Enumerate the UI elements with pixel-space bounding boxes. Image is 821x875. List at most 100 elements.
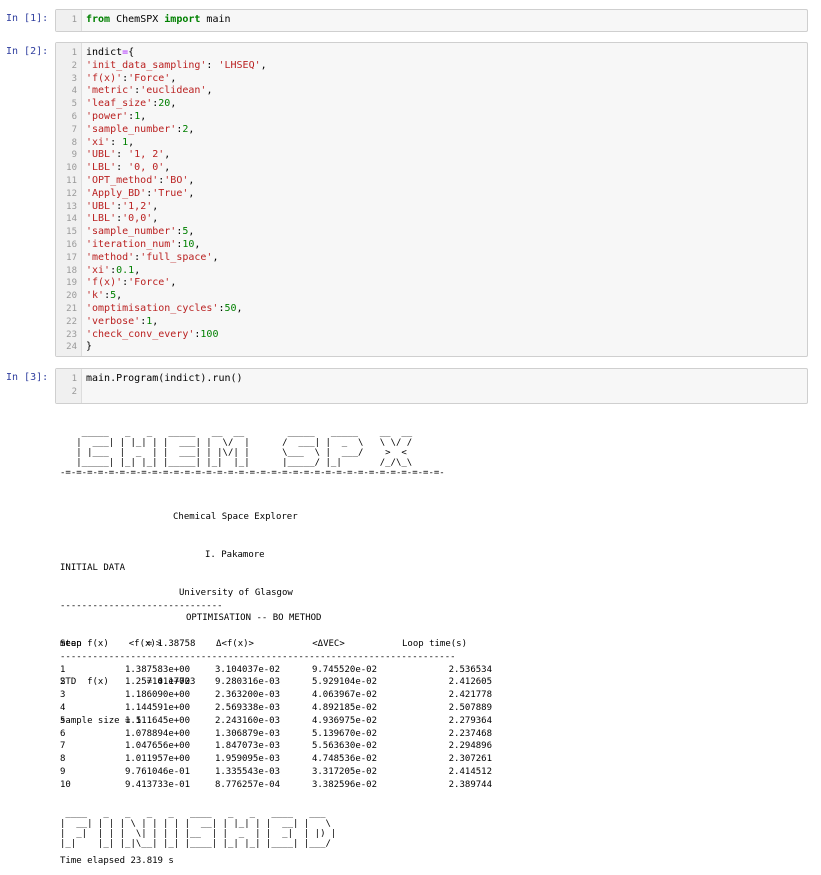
table-cell: 4.936975e-02 <box>311 715 377 726</box>
code-line: from ChemSPX import main <box>86 14 807 27</box>
code-token: , <box>116 290 123 302</box>
table-cell: 5.563630e-02 <box>311 741 377 752</box>
table-cell: 3.104037e-02 <box>214 664 280 675</box>
table-cell: 4.748536e-02 <box>311 754 377 765</box>
code-token: , <box>188 123 195 135</box>
line-number: 7 <box>71 124 77 135</box>
code-token: , <box>206 85 213 97</box>
line-number: 21 <box>66 303 77 314</box>
code-token: 'sample_number' <box>86 123 177 135</box>
line-number: 18 <box>66 265 77 276</box>
table-row: 5 1.111645e+00 2.243160e-03 4.936975e-02 2.2… <box>60 715 492 728</box>
table-row: 7 1.047656e+00 1.847073e-03 5.563630e-02 2.2… <box>60 740 492 753</box>
code-token: , <box>188 226 195 238</box>
cell-input-editor[interactable]: 1 2 main.Program(indict).run() <box>55 368 808 404</box>
code-token: 'method' <box>86 251 135 263</box>
code-line: 'UBL':'1,2', <box>86 201 807 214</box>
code-token: , <box>260 59 267 71</box>
line-number: 12 <box>66 188 77 199</box>
program-title: Chemical Space Explorer <box>173 511 298 522</box>
table-cell: 1.335543e-03 <box>214 766 280 777</box>
cell-input-editor[interactable]: 1 2 3 4 5 6 7 8 9 10 11 12 13 14 15 16 17 18 19 20 21 22 23 24 i… <box>55 42 808 357</box>
code-token: 'UBL' <box>86 200 117 212</box>
code-lines[interactable]: from ChemSPX import main <box>82 10 807 31</box>
code-token: 'LHSEQ' <box>218 59 261 71</box>
table-row: 9 9.761046e-01 1.335543e-03 3.317205e-02 2.4… <box>60 766 492 779</box>
line-number: 1 <box>71 374 77 384</box>
code-lines[interactable]: indict={'init_data_sampling': 'LHSEQ','f… <box>82 43 807 356</box>
header-fx: <f(x)> <box>128 639 162 649</box>
initial-data-heading: INITIAL DATA <box>60 562 126 573</box>
code-token: : <box>116 149 129 161</box>
code-token: main <box>200 14 231 25</box>
table-cell: 2.414512 <box>448 766 492 777</box>
code-token: , <box>152 315 159 327</box>
code-line: 'omptimisation_cycles':50, <box>86 303 807 316</box>
line-number: 9 <box>71 150 77 161</box>
table-row: 1 1.387583e+00 3.104037e-02 9.745520e-02 2.5… <box>60 664 492 677</box>
code-lines[interactable]: main.Program(indict).run() <box>82 369 807 403</box>
table-cell: 2.237468 <box>448 728 492 739</box>
initial-data-rule: ------------------------------ <box>60 600 223 611</box>
ascii-art-line: | _| | | | \| | | | |__ | | _ | | _| | |… <box>60 829 337 839</box>
header-loop-time: Loop time(s) <box>401 639 468 649</box>
code-line: 'OPT_method':'BO', <box>86 175 807 188</box>
table-cell: 1.257141e+00 <box>124 677 190 688</box>
line-number: 22 <box>66 316 77 327</box>
table-cell: 2.243160e-03 <box>214 715 280 726</box>
code-token: , <box>128 136 135 148</box>
table-cell: 9.280316e-03 <box>214 677 280 688</box>
line-number: 16 <box>66 239 77 250</box>
cell-input-editor[interactable]: 1 from ChemSPX import main <box>55 9 808 32</box>
code-token: ChemSPX <box>110 14 165 25</box>
line-number: 20 <box>66 291 77 302</box>
code-token: 'Force' <box>128 72 171 84</box>
code-token: , <box>188 187 195 199</box>
code-line: 'check_conv_every':100 <box>86 329 807 342</box>
table-cell: 5.929104e-02 <box>311 677 377 688</box>
line-number: 2 <box>71 386 77 397</box>
table-cell: 2 <box>60 677 66 688</box>
code-token: 'LBL' <box>86 162 117 174</box>
line-number-gutter: 1 <box>56 10 82 31</box>
table-row: 4 1.144591e+00 2.569338e-03 4.892185e-02 2.5… <box>60 702 492 715</box>
table-cell: 9.745520e-02 <box>311 664 377 675</box>
code-token: 'Apply_BD' <box>86 187 147 199</box>
table-cell: 4 <box>60 702 66 713</box>
code-token: '0,0' <box>122 213 153 225</box>
table-cell: 1.078894e+00 <box>124 728 190 739</box>
code-token: 'check_conv_every' <box>86 328 195 340</box>
table-cell: 2.412605 <box>448 677 492 688</box>
table-cell: 1.111645e+00 <box>124 715 190 726</box>
line-number: 8 <box>71 137 77 148</box>
optimisation-table: Step <f(x)> Δ<f(x)> <ΔVEC> Loop time(s) … <box>60 638 492 792</box>
code-token: '1,2' <box>122 200 153 212</box>
table-row: 2 1.257141e+00 9.280316e-03 5.929104e-02 2.4… <box>60 676 492 689</box>
code-token: 'xi' <box>86 264 111 276</box>
code-line: } <box>86 341 807 354</box>
table-row: 8 1.011957e+00 1.959095e-03 4.748536e-02 2.3… <box>60 753 492 766</box>
line-number: 14 <box>66 214 77 225</box>
ascii-art-line: _____ _ _ _____ __ __ _____ _____ __ __ <box>60 428 413 438</box>
table-cell: 2.307261 <box>448 754 492 765</box>
code-line: 'xi': 1, <box>86 137 807 150</box>
ascii-art-line: | ___| | |_| | | ___| | \/ | / ___| | _ … <box>60 438 413 448</box>
code-token: , <box>194 238 201 250</box>
code-line: main.Program(indict).run() <box>86 373 807 386</box>
table-cell: 1.959095e-03 <box>214 754 280 765</box>
table-cell: 7 <box>60 741 66 752</box>
cell-prompt: In [1]: <box>6 13 49 24</box>
code-token: , <box>170 98 177 110</box>
code-line: 'LBL':'0,0', <box>86 213 807 226</box>
table-cell: 2.279364 <box>448 715 492 726</box>
code-token: 'BO' <box>164 174 189 186</box>
line-number: 15 <box>66 227 77 238</box>
code-token: , <box>152 213 159 225</box>
code-token: 'leaf_size' <box>86 98 153 110</box>
code-token: , <box>170 72 177 84</box>
table-cell: 6 <box>60 728 66 739</box>
table-cell: 1.387583e+00 <box>124 664 190 675</box>
table-cell: 5 <box>60 715 66 726</box>
table-cell: 2.389744 <box>448 779 492 790</box>
